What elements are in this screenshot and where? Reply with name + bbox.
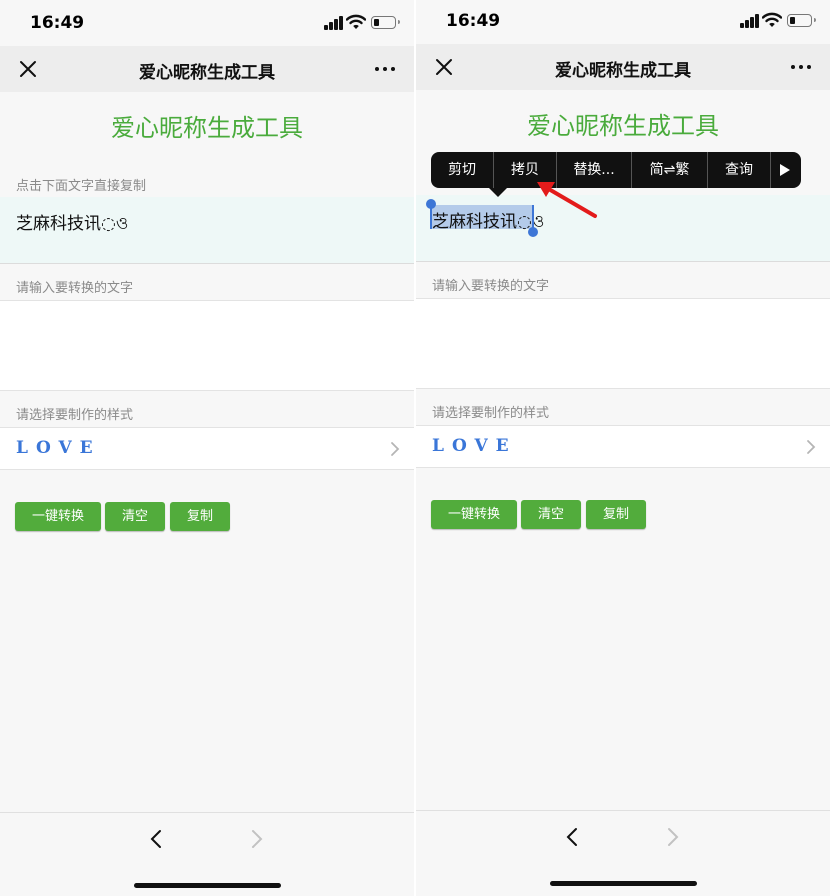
result-box[interactable]: 芝麻科技讯◌ও [416, 195, 830, 262]
selection-handle-end[interactable] [528, 227, 538, 237]
comparison-stage: 16:49 爱心昵称生成工具 爱心昵称生成工具 点击下面文字直接复制 芝麻科技讯… [0, 0, 830, 896]
style-label: 请选择要制作的样式 [16, 408, 134, 423]
bottom-toolbar [0, 812, 414, 896]
more-icon[interactable] [374, 62, 396, 76]
close-icon[interactable] [434, 57, 454, 77]
signal-icon [324, 16, 344, 30]
copy-button[interactable]: 复制 [170, 502, 230, 531]
text-input[interactable] [416, 298, 830, 389]
copy-button[interactable]: 复制 [586, 500, 646, 529]
page-title: 爱心昵称生成工具 [111, 114, 303, 142]
menu-item-lookup[interactable]: 查询 [708, 152, 770, 188]
status-time: 16:49 [446, 11, 501, 31]
status-time: 16:49 [30, 13, 85, 33]
wifi-icon [762, 12, 782, 27]
phone-screen-right: 16:49 爱心昵称生成工具 爱心昵称生成工具 芝麻科技讯◌ও 请输入要转换的文… [416, 0, 830, 896]
convert-button[interactable]: 一键转换 [431, 500, 517, 529]
forward-arrow-icon[interactable] [249, 828, 265, 850]
result-box[interactable]: 芝麻科技讯◌ও [0, 197, 414, 264]
text-input[interactable] [0, 300, 414, 391]
chevron-right-icon [391, 442, 400, 456]
context-menu: 剪切 拷贝 替换... 简⇌繁 查询 [431, 152, 801, 197]
nav-bar: 爱心昵称生成工具 [0, 46, 414, 92]
bottom-toolbar [416, 810, 830, 894]
nav-title: 爱心昵称生成工具 [555, 61, 691, 81]
home-indicator[interactable] [550, 881, 697, 886]
clear-button[interactable]: 清空 [521, 500, 581, 529]
menu-pointer [489, 188, 507, 197]
page-content: 爱心昵称生成工具 点击下面文字直接复制 芝麻科技讯◌ও 请输入要转换的文字 请选… [0, 92, 414, 812]
nav-bar: 爱心昵称生成工具 [416, 44, 830, 90]
menu-item-cut[interactable]: 剪切 [431, 152, 493, 188]
play-more-icon[interactable] [780, 164, 790, 176]
style-select[interactable]: LOVE [0, 427, 414, 470]
style-value: LOVE [432, 436, 517, 456]
clear-button[interactable]: 清空 [105, 502, 165, 531]
page-title: 爱心昵称生成工具 [527, 112, 719, 140]
input-label: 请输入要转换的文字 [16, 281, 134, 296]
back-arrow-icon[interactable] [148, 828, 164, 850]
back-arrow-icon[interactable] [564, 826, 580, 848]
copy-hint-label: 点击下面文字直接复制 [16, 179, 147, 194]
battery-icon [787, 14, 816, 27]
style-select[interactable]: LOVE [416, 425, 830, 468]
signal-icon [740, 14, 760, 28]
style-label: 请选择要制作的样式 [432, 406, 550, 421]
style-value: LOVE [16, 438, 101, 458]
phone-screen-left: 16:49 爱心昵称生成工具 爱心昵称生成工具 点击下面文字直接复制 芝麻科技讯… [0, 0, 414, 896]
menu-item-convert-script[interactable]: 简⇌繁 [632, 152, 707, 188]
status-bar: 16:49 [416, 0, 830, 44]
chevron-right-icon [807, 440, 816, 454]
menu-separator [770, 152, 771, 188]
page-content: 爱心昵称生成工具 芝麻科技讯◌ও 请输入要转换的文字 请选择要制作的样式 LOV… [416, 90, 830, 810]
red-arrow-annotation [537, 182, 597, 218]
nav-title: 爱心昵称生成工具 [139, 63, 275, 83]
convert-button[interactable]: 一键转换 [15, 502, 101, 531]
input-label: 请输入要转换的文字 [432, 279, 550, 294]
forward-arrow-icon[interactable] [665, 826, 681, 848]
more-icon[interactable] [790, 60, 812, 74]
wifi-icon [346, 14, 366, 29]
battery-icon [371, 16, 400, 29]
result-text[interactable]: 芝麻科技讯◌ও [16, 209, 128, 239]
home-indicator[interactable] [134, 883, 281, 888]
close-icon[interactable] [18, 59, 38, 79]
status-bar: 16:49 [0, 0, 414, 46]
